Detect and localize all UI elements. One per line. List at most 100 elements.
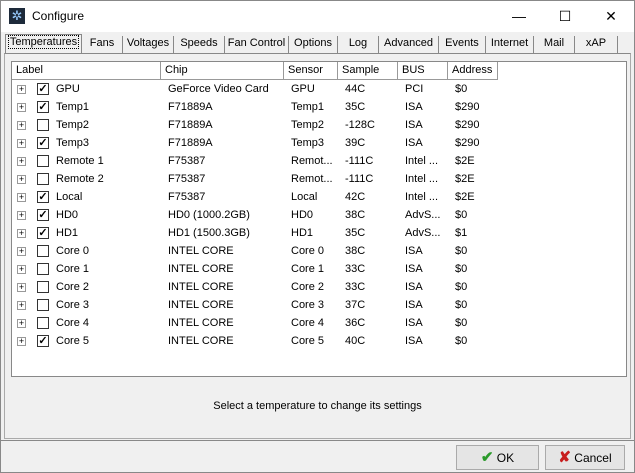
expand-icon[interactable]: + bbox=[17, 211, 26, 220]
table-row[interactable]: +Core 4INTEL CORECore 436CISA$0 bbox=[12, 315, 612, 333]
expand-icon[interactable]: + bbox=[17, 283, 26, 292]
cell-chip: INTEL CORE bbox=[168, 281, 234, 293]
column-header-sample[interactable]: Sample bbox=[338, 62, 398, 80]
table-row[interactable]: +✓LocalF75387Local42CIntel ...$2E bbox=[12, 189, 612, 207]
expand-icon[interactable]: + bbox=[17, 121, 26, 130]
cell-sample: 42C bbox=[345, 191, 365, 203]
cancel-button[interactable]: ✘ Cancel bbox=[545, 445, 625, 470]
sensor-list[interactable]: LabelChipSensorSampleBUSAddress+✓GPUGeFo… bbox=[11, 61, 627, 377]
minimize-button[interactable]: — bbox=[496, 1, 542, 32]
enabled-checkbox[interactable] bbox=[37, 281, 49, 293]
table-row[interactable]: +Core 3INTEL CORECore 337CISA$0 bbox=[12, 297, 612, 315]
expand-icon[interactable]: + bbox=[17, 193, 26, 202]
column-header-sensor[interactable]: Sensor bbox=[284, 62, 338, 80]
cell-sample: 35C bbox=[345, 227, 365, 239]
tab-label: Internet bbox=[491, 37, 528, 49]
tab-advanced[interactable]: Advanced bbox=[379, 36, 439, 53]
ok-label: OK bbox=[497, 451, 514, 465]
cell-sensor: Remot... bbox=[291, 155, 333, 167]
table-row[interactable]: +Remote 1F75387Remot...-111CIntel ...$2E bbox=[12, 153, 612, 171]
cell-sample: -111C bbox=[345, 155, 373, 167]
tab-label: Advanced bbox=[384, 37, 433, 49]
cell-sensor: Core 0 bbox=[291, 245, 324, 257]
enabled-checkbox[interactable] bbox=[37, 263, 49, 275]
tab-voltages[interactable]: Voltages bbox=[123, 36, 174, 53]
enabled-checkbox[interactable]: ✓ bbox=[37, 335, 49, 347]
table-row[interactable]: +✓Temp3F71889ATemp339CISA$290 bbox=[12, 135, 612, 153]
enabled-checkbox[interactable]: ✓ bbox=[37, 209, 49, 221]
enabled-checkbox[interactable] bbox=[37, 119, 49, 131]
enabled-checkbox[interactable]: ✓ bbox=[37, 83, 49, 95]
table-row[interactable]: +Remote 2F75387Remot...-111CIntel ...$2E bbox=[12, 171, 612, 189]
table-row[interactable]: +Core 1INTEL CORECore 133CISA$0 bbox=[12, 261, 612, 279]
table-row[interactable]: +Temp2F71889ATemp2-128CISA$290 bbox=[12, 117, 612, 135]
cell-bus: ISA bbox=[405, 101, 423, 113]
expand-icon[interactable]: + bbox=[17, 139, 26, 148]
cell-label: Core 3 bbox=[56, 299, 89, 311]
cell-chip: INTEL CORE bbox=[168, 263, 234, 275]
maximize-button[interactable]: ☐ bbox=[542, 1, 588, 32]
table-row[interactable]: +✓Temp1F71889ATemp135CISA$290 bbox=[12, 99, 612, 117]
cell-label: Core 4 bbox=[56, 317, 89, 329]
cell-address: $290 bbox=[455, 119, 479, 131]
tab-options[interactable]: Options bbox=[289, 36, 338, 53]
expand-icon[interactable]: + bbox=[17, 157, 26, 166]
table-row[interactable]: +Core 0INTEL CORECore 038CISA$0 bbox=[12, 243, 612, 261]
tab-label: Temperatures bbox=[8, 35, 79, 49]
tab-xap[interactable]: xAP bbox=[575, 36, 618, 53]
tab-log[interactable]: Log bbox=[338, 36, 379, 53]
cell-sensor: Core 5 bbox=[291, 335, 324, 347]
column-header-address[interactable]: Address bbox=[448, 62, 498, 80]
cell-chip: INTEL CORE bbox=[168, 335, 234, 347]
expand-icon[interactable]: + bbox=[17, 247, 26, 256]
enabled-checkbox[interactable]: ✓ bbox=[37, 227, 49, 239]
cell-sample: 39C bbox=[345, 137, 365, 149]
expand-icon[interactable]: + bbox=[17, 85, 26, 94]
expand-icon[interactable]: + bbox=[17, 229, 26, 238]
x-icon: ✘ bbox=[558, 449, 571, 466]
tab-mail[interactable]: Mail bbox=[534, 36, 575, 53]
enabled-checkbox[interactable]: ✓ bbox=[37, 101, 49, 113]
enabled-checkbox[interactable] bbox=[37, 173, 49, 185]
cell-bus: ISA bbox=[405, 317, 423, 329]
ok-button[interactable]: ✔ OK bbox=[456, 445, 539, 470]
title-bar: ✲ Configure — ☐ ✕ bbox=[1, 1, 634, 32]
table-row[interactable]: +✓Core 5INTEL CORECore 540CISA$0 bbox=[12, 333, 612, 351]
tab-temperatures[interactable]: Temperatures bbox=[5, 34, 82, 54]
expand-icon[interactable]: + bbox=[17, 301, 26, 310]
column-header-bus[interactable]: BUS bbox=[398, 62, 448, 80]
enabled-checkbox[interactable]: ✓ bbox=[37, 191, 49, 203]
expand-icon[interactable]: + bbox=[17, 175, 26, 184]
enabled-checkbox[interactable] bbox=[37, 155, 49, 167]
checkmark-icon: ✔ bbox=[481, 449, 494, 466]
tab-label: Voltages bbox=[127, 37, 169, 49]
cell-address: $0 bbox=[455, 245, 467, 257]
cell-sensor: Remot... bbox=[291, 173, 333, 185]
tab-speeds[interactable]: Speeds bbox=[174, 36, 225, 53]
cell-sensor: Temp3 bbox=[291, 137, 324, 149]
tab-events[interactable]: Events bbox=[439, 36, 486, 53]
tab-internet[interactable]: Internet bbox=[486, 36, 534, 53]
column-header-label[interactable]: Label bbox=[12, 62, 161, 80]
expand-icon[interactable]: + bbox=[17, 265, 26, 274]
enabled-checkbox[interactable] bbox=[37, 299, 49, 311]
close-button[interactable]: ✕ bbox=[588, 1, 634, 32]
cell-bus: ISA bbox=[405, 335, 423, 347]
tab-fan-control[interactable]: Fan Control bbox=[225, 36, 289, 53]
tab-label: Log bbox=[349, 37, 367, 49]
table-row[interactable]: +✓HD1HD1 (1500.3GB)HD135CAdvS...$1 bbox=[12, 225, 612, 243]
cell-sensor: Temp1 bbox=[291, 101, 324, 113]
expand-icon[interactable]: + bbox=[17, 337, 26, 346]
table-row[interactable]: +✓GPUGeForce Video CardGPU44CPCI$0 bbox=[12, 81, 612, 99]
cell-sample: 33C bbox=[345, 281, 365, 293]
table-row[interactable]: +Core 2INTEL CORECore 233CISA$0 bbox=[12, 279, 612, 297]
cell-bus: Intel ... bbox=[405, 191, 438, 203]
expand-icon[interactable]: + bbox=[17, 103, 26, 112]
expand-icon[interactable]: + bbox=[17, 319, 26, 328]
enabled-checkbox[interactable]: ✓ bbox=[37, 137, 49, 149]
enabled-checkbox[interactable] bbox=[37, 245, 49, 257]
enabled-checkbox[interactable] bbox=[37, 317, 49, 329]
column-header-chip[interactable]: Chip bbox=[161, 62, 284, 80]
tab-fans[interactable]: Fans bbox=[82, 36, 123, 53]
table-row[interactable]: +✓HD0HD0 (1000.2GB)HD038CAdvS...$0 bbox=[12, 207, 612, 225]
